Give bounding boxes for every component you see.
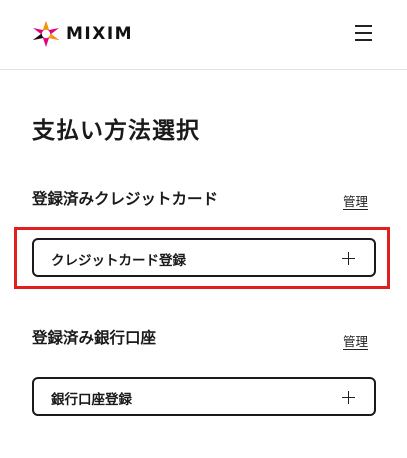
- register-bank-account-button[interactable]: 銀行口座登録: [32, 377, 376, 416]
- credit-card-manage-link[interactable]: 管理: [343, 191, 368, 210]
- bank-account-section-title: 登録済み銀行口座: [32, 329, 157, 347]
- register-credit-card-label: クレジットカード登録: [51, 253, 186, 269]
- page-title: 支払い方法選択: [32, 118, 200, 144]
- plus-icon: [342, 391, 355, 404]
- mixim-logo[interactable]: MIXIM: [32, 20, 133, 48]
- hamburger-menu-icon[interactable]: [354, 22, 374, 44]
- register-bank-account-label: 銀行口座登録: [51, 392, 132, 408]
- credit-card-section-title: 登録済みクレジットカード: [32, 190, 219, 208]
- bank-account-manage-link[interactable]: 管理: [343, 331, 368, 350]
- logo-mark-icon: [33, 21, 59, 47]
- plus-icon: [342, 252, 355, 265]
- logo-text: MIXIM: [66, 24, 134, 44]
- app-header: MIXIM: [0, 0, 407, 70]
- register-credit-card-button[interactable]: クレジットカード登録: [32, 238, 376, 277]
